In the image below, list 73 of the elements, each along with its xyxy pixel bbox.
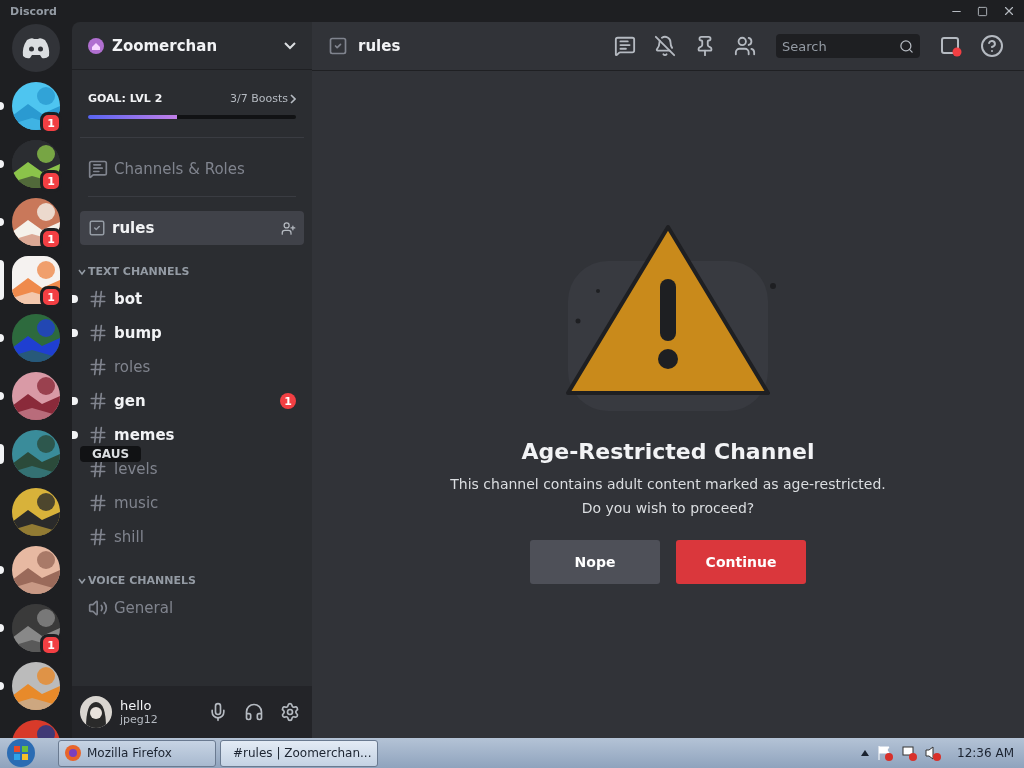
caret-icon[interactable] [861,750,870,756]
bell-muted-icon [654,35,676,57]
search-icon [899,39,914,54]
hash-icon [88,493,108,513]
hash-icon [88,391,108,411]
rules-icon [88,219,106,237]
category-header[interactable]: VOICE CHANNELS [72,554,312,591]
notice-title: Age-Restricted Channel [521,439,815,464]
settings-icon [280,702,300,722]
server-header[interactable]: Zoomerchan [72,22,312,70]
flag-icon[interactable] [877,745,894,761]
server-icon[interactable] [12,488,60,536]
threads-icon [614,35,636,57]
boost-goal: GOAL: LVL 2 [88,92,163,105]
clock: 12:36 AM [957,746,1014,760]
mention-badge: 1 [280,393,296,409]
category-header[interactable]: TEXT CHANNELS [72,245,312,282]
mention-badge: 1 [40,286,62,308]
channels-roles-icon [88,159,108,179]
channel-item[interactable]: roles [80,350,304,384]
channels-roles-item[interactable]: Channels & Roles [80,152,304,186]
invite-icon[interactable] [281,220,296,236]
notice-text: Do you wish to proceed? [581,499,755,518]
chevron-icon [284,41,296,50]
controller-logo-icon [22,37,50,59]
network-icon[interactable] [901,745,918,761]
server-icon[interactable] [12,546,60,594]
chevron-icon [290,93,296,104]
channel-item[interactable]: shill [80,520,304,554]
channel-item[interactable]: music [80,486,304,520]
mention-badge: 1 [40,228,62,250]
hash-icon [88,425,108,445]
hash-icon [88,289,108,309]
channel-item[interactable]: General [80,591,304,625]
channel-item[interactable]: bump [80,316,304,350]
chevron-icon [78,576,86,585]
microphone-icon [208,702,228,722]
search-field[interactable]: Search [776,34,920,58]
inbox-icon [940,35,962,57]
cancel-button[interactable]: Nope [530,540,660,584]
taskbar-item[interactable]: Mozilla Firefox [58,739,216,767]
server-icon[interactable] [12,372,60,420]
app-title: Discord [10,4,57,18]
hash-icon [88,323,108,343]
channel-item[interactable]: gen 1 [80,384,304,418]
headphones-icon [244,702,264,722]
close-icon[interactable] [1002,4,1016,18]
help-icon [980,34,1004,58]
notice-text: This channel contains adult content marked as age-restricted. [450,475,886,494]
server-icon[interactable] [12,662,60,710]
chevron-icon [78,267,86,276]
boosts-link[interactable]: 3/7 Boosts [230,92,296,105]
channel-title: rules [358,37,402,55]
user-avatar[interactable] [80,696,112,728]
username: hello [120,698,153,713]
speaker-icon [88,598,108,618]
maximize-icon[interactable] [977,5,988,17]
mention-badge: 1 [40,112,62,134]
user-tag: jpeg12 [120,713,196,726]
channel-item[interactable]: bot [80,282,304,316]
mention-badge: 1 [40,634,62,656]
speaker-muted-icon[interactable] [925,745,942,761]
server-boost-icon [88,37,104,54]
continue-button[interactable]: Continue [676,540,806,584]
home-button[interactable] [12,24,60,72]
tooltip: GAUS [80,446,142,462]
channel-item[interactable]: rules [80,211,304,245]
hash-icon [88,357,108,377]
members-icon [734,35,756,57]
mention-badge: 1 [40,170,62,192]
rules-icon [328,36,348,56]
hash-icon [88,527,108,547]
taskbar-item[interactable]: #rules | Zoomerchan... [220,739,378,767]
